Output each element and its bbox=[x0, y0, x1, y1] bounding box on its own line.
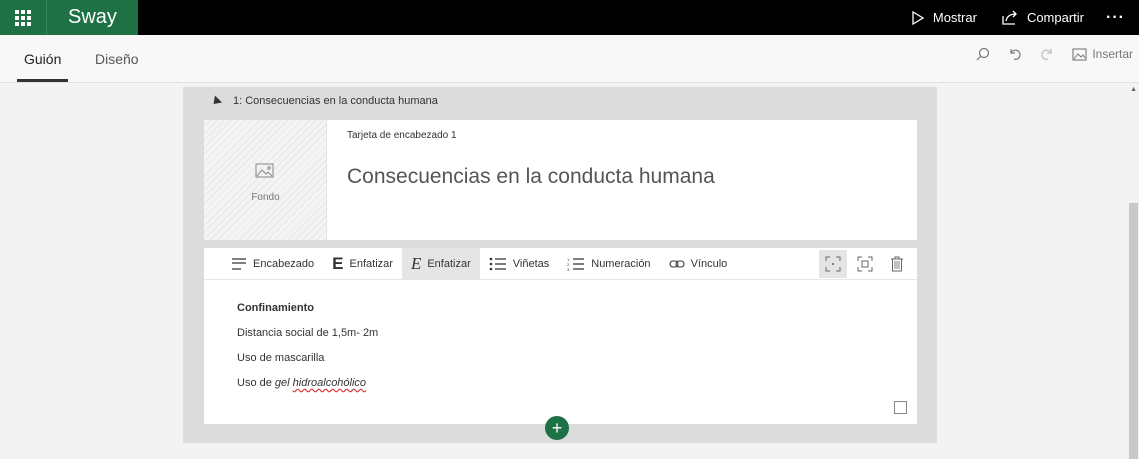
link-label: Vínculo bbox=[690, 257, 728, 270]
bullets-icon bbox=[489, 257, 506, 270]
search-button[interactable] bbox=[976, 47, 990, 61]
text-line-4-italic: gel bbox=[274, 377, 290, 389]
share-icon bbox=[1002, 10, 1017, 25]
card-tools bbox=[819, 248, 911, 280]
heading-format-button[interactable]: Encabezado bbox=[222, 248, 323, 280]
tab-storyline[interactable]: Guión bbox=[16, 51, 69, 82]
card-select-checkbox[interactable] bbox=[894, 401, 907, 414]
add-card-button[interactable]: + bbox=[545, 416, 569, 440]
svg-text:3: 3 bbox=[567, 267, 570, 271]
storyline-section: 1: Consecuencias en la conducta humana F… bbox=[183, 87, 937, 443]
text-line-4: Uso de gel hidroalcohólico bbox=[237, 377, 378, 402]
text-line-2: Distancia social de 1,5m- 2m bbox=[237, 327, 379, 339]
heading-icon bbox=[232, 257, 246, 270]
tab-design[interactable]: Diseño bbox=[95, 51, 139, 67]
section-title: 1: Consecuencias en la conducta humana bbox=[233, 95, 438, 107]
background-image-slot[interactable]: Fondo bbox=[204, 120, 327, 240]
italic-emphasis-label: Enfatizar bbox=[427, 257, 471, 270]
collapse-triangle-icon[interactable] bbox=[209, 94, 223, 108]
bold-icon: E bbox=[332, 253, 344, 273]
section-header[interactable]: 1: Consecuencias en la conducta humana bbox=[209, 94, 438, 108]
focus-points-button[interactable] bbox=[819, 250, 847, 278]
present-label: Mostrar bbox=[932, 10, 977, 25]
text-card-content[interactable]: Confinamiento Distancia social de 1,5m- … bbox=[237, 302, 378, 402]
bullets-label: Viñetas bbox=[512, 257, 550, 270]
link-icon bbox=[669, 259, 685, 268]
redo-button[interactable] bbox=[1040, 47, 1054, 61]
insert-label: Insertar bbox=[1092, 47, 1133, 61]
focus-icon bbox=[825, 256, 841, 272]
waffle-icon bbox=[15, 9, 31, 26]
card-type-label: Tarjeta de encabezado 1 bbox=[347, 130, 457, 141]
italic-icon: E bbox=[410, 253, 422, 273]
bold-emphasis-button[interactable]: E Enfatizar bbox=[323, 248, 402, 280]
edit-tools: Insertar bbox=[976, 47, 1133, 61]
image-icon bbox=[1072, 47, 1087, 61]
text-card[interactable]: Encabezado E Enfatizar E Enfatizar Viñet… bbox=[204, 247, 917, 424]
redo-icon bbox=[1041, 49, 1052, 60]
misspelled-word: hidroalcohólico bbox=[292, 377, 367, 389]
text-line-3: Uso de mascarilla bbox=[237, 352, 325, 364]
text-line-1: Confinamiento bbox=[237, 302, 314, 314]
bold-emphasis-label: Enfatizar bbox=[349, 257, 393, 270]
emphasis-size-button[interactable] bbox=[851, 250, 879, 278]
scrollbar-thumb[interactable] bbox=[1129, 203, 1138, 459]
undo-button[interactable] bbox=[1008, 47, 1022, 61]
text-line-4-prefix: Uso de bbox=[237, 377, 275, 389]
image-placeholder-icon bbox=[255, 163, 274, 178]
italic-emphasis-button[interactable]: E Enfatizar bbox=[401, 247, 480, 280]
share-label: Compartir bbox=[1026, 10, 1085, 25]
undo-icon bbox=[1010, 49, 1021, 60]
top-actions: Mostrar Compartir ··· bbox=[899, 0, 1139, 35]
insert-button[interactable]: Insertar bbox=[1072, 47, 1133, 61]
play-icon bbox=[912, 10, 925, 25]
more-options-button[interactable]: ··· bbox=[1096, 0, 1139, 35]
frame-icon bbox=[857, 256, 873, 272]
heading-format-label: Encabezado bbox=[253, 257, 315, 270]
share-button[interactable]: Compartir bbox=[989, 0, 1096, 35]
search-icon bbox=[976, 47, 990, 61]
top-bar: Sway Mostrar Compartir ··· bbox=[0, 0, 1139, 35]
scroll-up-arrow-icon[interactable]: ▲ bbox=[1130, 86, 1137, 93]
heading-card[interactable]: Fondo Tarjeta de encabezado 1 Consecuenc… bbox=[204, 120, 917, 240]
trash-icon bbox=[891, 256, 903, 272]
delete-card-button[interactable] bbox=[883, 250, 911, 278]
app-launcher-button[interactable] bbox=[0, 0, 46, 35]
app-name[interactable]: Sway bbox=[46, 0, 138, 35]
view-tabs-bar: Guión Diseño Insertar bbox=[0, 35, 1139, 83]
present-button[interactable]: Mostrar bbox=[899, 0, 989, 35]
background-label: Fondo bbox=[251, 192, 280, 203]
numbering-button[interactable]: 123 Numeración bbox=[558, 248, 659, 280]
numbering-label: Numeración bbox=[591, 257, 651, 270]
format-toolbar: Encabezado E Enfatizar E Enfatizar Viñet… bbox=[204, 247, 917, 280]
link-button[interactable]: Vínculo bbox=[660, 248, 737, 280]
heading-text-field[interactable]: Consecuencias en la conducta humana bbox=[347, 165, 715, 189]
bullets-button[interactable]: Viñetas bbox=[480, 248, 559, 280]
numbering-icon: 123 bbox=[567, 257, 585, 271]
